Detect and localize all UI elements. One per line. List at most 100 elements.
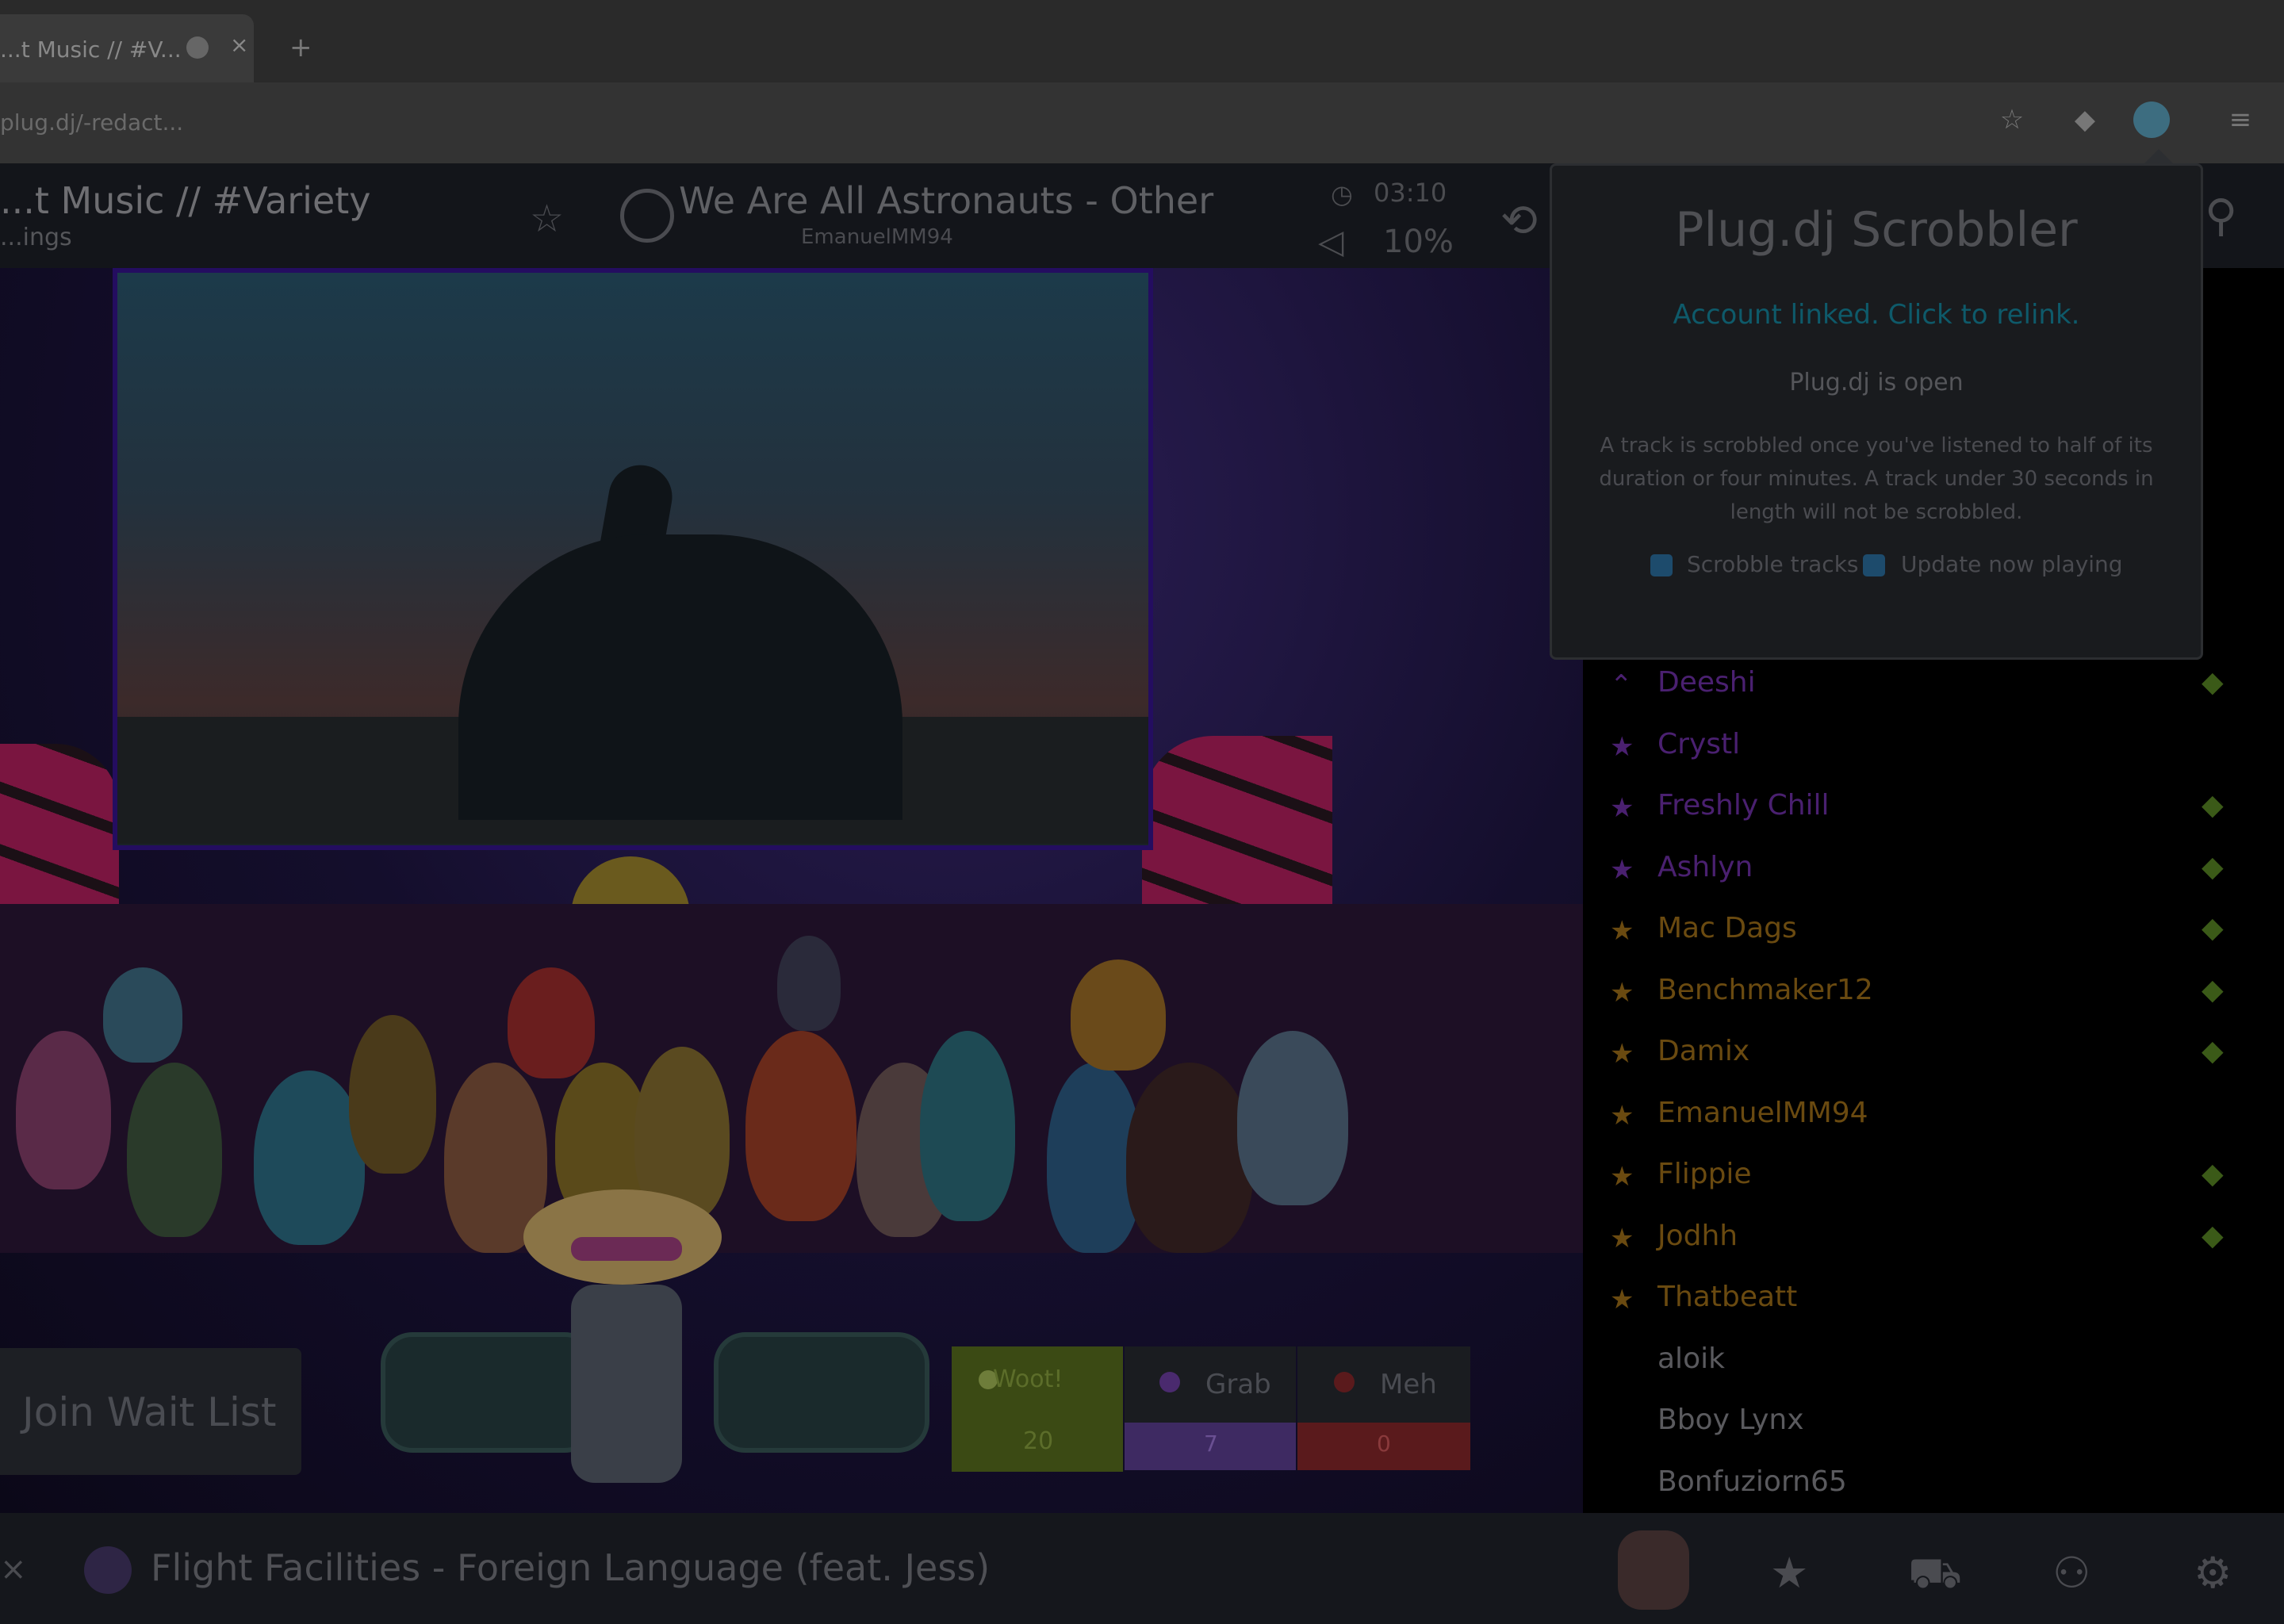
extension-icon[interactable]: ◆ — [2067, 102, 2103, 138]
woot-status-icon: ◆ — [2202, 974, 2224, 1006]
turntable-right — [714, 1332, 929, 1453]
now-playing-dj: EmanuelMM94 — [801, 225, 953, 249]
user-list-item[interactable]: ★ Ashlyn ◆ — [1583, 837, 2284, 898]
bookmark-star-icon[interactable]: ☆ — [1994, 102, 2030, 138]
relink-account-link[interactable]: Account linked. Click to relink. — [1552, 299, 2201, 331]
star-icon: ★ — [1610, 1038, 1634, 1070]
user-name: Thatbeatt — [1657, 1281, 1798, 1313]
star-icon: ★ — [1610, 977, 1634, 1009]
avatar[interactable] — [1237, 1031, 1348, 1205]
my-avatar[interactable] — [1618, 1530, 1689, 1610]
woot-status-icon: ◆ — [2202, 1220, 2224, 1252]
grab-icon — [1159, 1372, 1180, 1392]
star-icon: ★ — [1610, 731, 1634, 763]
woot-status-icon: ◆ — [2202, 1158, 2224, 1190]
user-list-item[interactable]: ★ Benchmaker12 ◆ — [1583, 959, 2284, 1021]
user-list-item[interactable]: ★ Thatbeatt — [1583, 1266, 2284, 1327]
avatar[interactable] — [349, 1015, 436, 1174]
avatar[interactable] — [920, 1031, 1015, 1221]
clock-icon: ◷ — [1331, 179, 1353, 209]
audio-icon[interactable] — [186, 36, 209, 59]
avatar[interactable] — [777, 936, 841, 1031]
user-list-item[interactable]: Bonfuziorn65 — [1583, 1451, 2284, 1512]
user-list-item[interactable]: ★ Jodhh ◆ — [1583, 1205, 2284, 1266]
update-now-playing-label: Update now playing — [1901, 551, 2123, 577]
meh-label: Meh — [1380, 1369, 1437, 1400]
user-name: Damix — [1657, 1035, 1750, 1067]
user-name: Ashlyn — [1657, 851, 1753, 883]
meh-count: 0 — [1377, 1431, 1391, 1457]
next-track-icon — [84, 1546, 132, 1594]
settings-gear-icon[interactable]: ⚙ — [2194, 1548, 2232, 1598]
star-icon: ★ — [1610, 792, 1634, 824]
user-list-item[interactable]: ⌃ Deeshi ◆ — [1583, 652, 2284, 713]
user-list-item[interactable]: ★ Freshly Chill ◆ — [1583, 775, 2284, 836]
star-icon: ★ — [1610, 915, 1634, 947]
user-name: Crystl — [1657, 728, 1741, 760]
scrobble-tracks-checkbox[interactable] — [1650, 554, 1673, 576]
browser-tab-bar — [0, 0, 2284, 82]
woot-status-icon: ◆ — [2202, 666, 2224, 699]
avatar[interactable] — [16, 1031, 111, 1189]
address-input[interactable]: plug.dj/-redact... — [0, 109, 183, 136]
user-list-item[interactable]: ★ Damix ◆ — [1583, 1021, 2284, 1082]
avatar[interactable] — [1071, 959, 1166, 1071]
favorite-star-icon[interactable]: ☆ — [530, 197, 564, 241]
refresh-icon[interactable]: ⟲ — [1500, 195, 1538, 247]
scrobble-tracks-label: Scrobble tracks — [1687, 551, 1859, 577]
room-title[interactable]: ...t Music // #Variety — [0, 179, 371, 222]
popup-arrow — [2143, 149, 2175, 165]
star-icon: ★ — [1610, 1100, 1634, 1132]
popup-description: A track is scrobbled once you've listene… — [1599, 434, 2154, 524]
star-icon: ★ — [1610, 1223, 1634, 1254]
close-icon[interactable]: × — [0, 1551, 27, 1588]
woot-status-icon: ◆ — [2202, 1035, 2224, 1067]
shop-cart-icon[interactable]: ⛟ — [1908, 1548, 1962, 1603]
user-name: Jodhh — [1657, 1220, 1738, 1252]
avatar[interactable] — [745, 1031, 856, 1221]
woot-status-icon: ◆ — [2202, 789, 2224, 822]
woot-label: Woot! — [993, 1365, 1063, 1393]
badge-icon[interactable]: ★ — [1770, 1548, 1808, 1598]
star-icon: ★ — [1610, 854, 1634, 886]
volume-level[interactable]: 10% — [1383, 224, 1454, 260]
user-list-item[interactable]: aloik — [1583, 1328, 2284, 1389]
avatar[interactable] — [1126, 1063, 1253, 1253]
volume-icon[interactable]: ◁ — [1318, 222, 1343, 261]
user-name: Mac Dags — [1657, 912, 1797, 944]
history-icon[interactable] — [620, 189, 674, 243]
meh-icon — [1334, 1372, 1355, 1392]
update-now-playing-checkbox[interactable] — [1863, 554, 1885, 576]
star-icon: ★ — [1610, 1161, 1634, 1193]
profile-icon[interactable]: ⚇ — [2052, 1548, 2090, 1598]
avatar[interactable] — [508, 967, 595, 1078]
woot-status-icon: ◆ — [2202, 912, 2224, 944]
user-list-item[interactable]: ★ Crystl — [1583, 714, 2284, 775]
user-list-item[interactable]: ★ Mac Dags ◆ — [1583, 898, 2284, 959]
scrobbler-extension-icon[interactable] — [2133, 102, 2170, 138]
user-list-item[interactable]: ★ EmanuelMM94 — [1583, 1082, 2284, 1143]
avatar[interactable] — [103, 967, 182, 1063]
close-tab-icon[interactable]: × — [230, 32, 248, 58]
avatar[interactable] — [127, 1063, 222, 1237]
user-list-item[interactable]: ★ Flippie ◆ — [1583, 1143, 2284, 1205]
join-waitlist-label: Join Wait List — [22, 1389, 277, 1435]
chevron-icon: ⌃ — [1610, 669, 1633, 701]
room-subtitle: ...ings — [0, 224, 72, 251]
user-name: Flippie — [1657, 1158, 1752, 1190]
user-name: Freshly Chill — [1657, 789, 1830, 822]
next-track-title[interactable]: Flight Facilities - Foreign Language (fe… — [151, 1546, 990, 1589]
user-name: Deeshi — [1657, 666, 1756, 699]
grab-label: Grab — [1205, 1369, 1271, 1400]
user-list-item[interactable]: Bboy Lynx — [1583, 1389, 2284, 1450]
dj-avatar[interactable] — [571, 1285, 682, 1483]
turntable-left — [381, 1332, 596, 1453]
video-player[interactable] — [113, 268, 1153, 850]
menu-icon[interactable]: ≡ — [2222, 102, 2259, 138]
time-remaining: 03:10 — [1374, 178, 1447, 208]
now-playing-title: We Are All Astronauts - Other — [679, 179, 1214, 222]
new-tab-button[interactable]: + — [289, 32, 312, 63]
avatar[interactable] — [254, 1071, 365, 1245]
user-name: Bboy Lynx — [1657, 1404, 1804, 1436]
search-icon[interactable]: ⚲ — [2205, 190, 2237, 242]
